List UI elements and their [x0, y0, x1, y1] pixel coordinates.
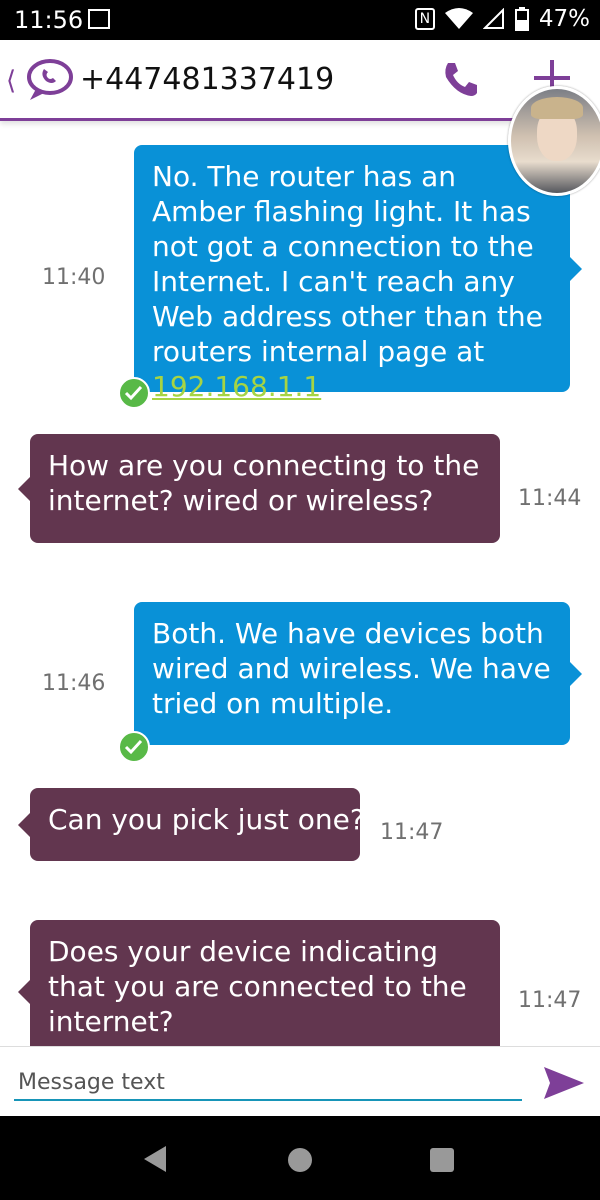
- message-input[interactable]: [14, 1065, 522, 1101]
- message-list[interactable]: No. The router has an Amber flashing lig…: [0, 121, 600, 1046]
- message-bubble-outgoing[interactable]: Both. We have devices both wired and wir…: [134, 602, 582, 745]
- nav-recents-icon[interactable]: [430, 1148, 454, 1172]
- message-bubble-incoming[interactable]: Does your device indicating that you are…: [18, 920, 500, 1046]
- delivered-check-icon: [118, 377, 150, 409]
- battery-icon: [514, 7, 529, 31]
- screenshot-notification-icon: [88, 9, 110, 29]
- status-time: 11:56: [14, 6, 84, 34]
- message-bubble-incoming[interactable]: Can you pick just one?: [18, 788, 365, 861]
- nav-home-icon[interactable]: [288, 1148, 312, 1172]
- signal-icon: [482, 8, 504, 29]
- message-time: 11:44: [518, 486, 582, 511]
- conversation-header: ⟨ +447481337419: [0, 40, 600, 121]
- send-icon[interactable]: [542, 1061, 586, 1105]
- phone-icon[interactable]: [438, 57, 482, 101]
- delivered-check-icon: [118, 731, 150, 763]
- message-text-tail: .: [321, 370, 331, 403]
- message-time: 11:47: [380, 820, 444, 845]
- message-bubble-incoming[interactable]: How are you connecting to the internet? …: [18, 434, 500, 543]
- nav-back-icon[interactable]: [142, 1144, 168, 1174]
- message-text: No. The router has an Amber flashing lig…: [152, 160, 543, 368]
- app-logo-icon[interactable]: [20, 57, 76, 103]
- system-nav-bar: [0, 1116, 600, 1200]
- message-link[interactable]: 192.168.1.1: [152, 370, 321, 403]
- contact-number: +447481337419: [80, 62, 335, 97]
- message-text: Both. We have devices both wired and wir…: [152, 617, 551, 720]
- wifi-icon: [444, 8, 473, 29]
- message-text: Can you pick just one?: [48, 803, 365, 836]
- message-time: 11:47: [518, 988, 582, 1013]
- message-bubble-outgoing[interactable]: No. The router has an Amber flashing lig…: [134, 145, 582, 403]
- back-chevron-icon[interactable]: ⟨: [6, 66, 16, 96]
- status-bar: 11:56 N 47%: [0, 0, 600, 40]
- message-composer: [0, 1046, 600, 1117]
- contact-avatar[interactable]: [508, 86, 600, 196]
- message-text: Does your device indicating that you are…: [48, 935, 467, 1038]
- nfc-icon: N: [414, 8, 435, 30]
- message-time: 11:46: [42, 671, 106, 696]
- message-text: How are you connecting to the internet? …: [48, 449, 480, 517]
- message-time: 11:40: [42, 265, 106, 290]
- battery-percent: 47%: [538, 6, 590, 32]
